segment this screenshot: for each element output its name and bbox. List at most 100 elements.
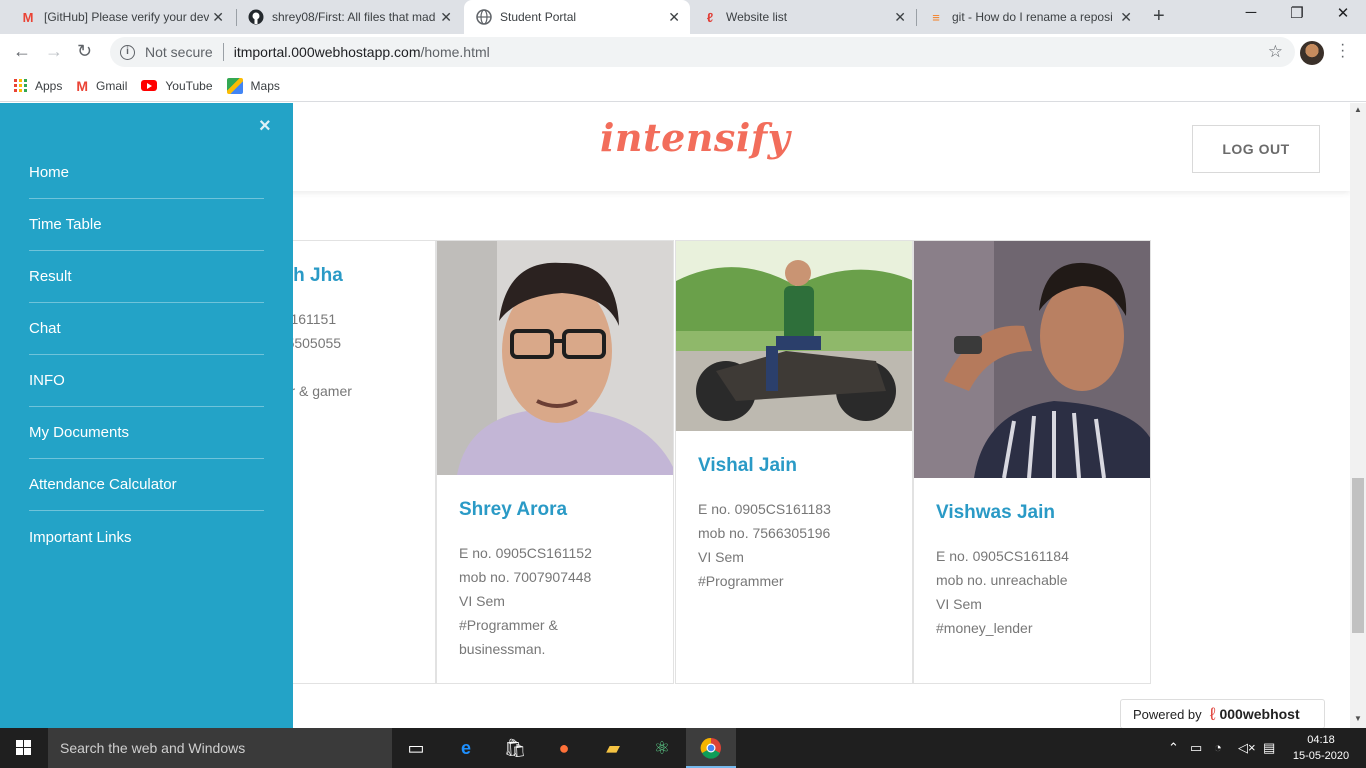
close-icon[interactable]: ✕ [894,9,906,26]
minimize-button[interactable]: ─ [1228,4,1274,21]
task-view-icon[interactable]: ▭ [404,736,428,760]
taskbar-clock[interactable]: 04:18 15-05-2020 [1290,732,1352,764]
bookmark-apps[interactable]: Apps [14,79,62,93]
student-photo [437,241,673,475]
store-icon[interactable]: 🛍 [503,736,527,760]
student-info: CS161151 755505055 mer & gamer [271,307,423,403]
tab-student-portal[interactable]: Student Portal ✕ [464,0,690,34]
tab-stackoverflow[interactable]: ≡ git - How do I rename a reposi ✕ [916,0,1142,34]
tab-title: [GitHub] Please verify your dev [44,10,209,24]
info-line: E no. 0905CS161184 [936,548,1069,564]
close-icon[interactable]: ✕ [440,9,452,26]
chevron-up-icon[interactable]: ⌃ [1168,740,1179,756]
action-center-icon[interactable]: ▤ [1263,740,1275,756]
bookmark-label: Apps [35,78,63,93]
forward-arrow-icon[interactable]: → [45,41,63,62]
info-line: 755505055 [271,335,342,351]
tab-website-list[interactable]: ℓ Website list ✕ [690,0,916,34]
tab-title: Website list [726,10,788,24]
file-explorer-icon[interactable]: ▰ [601,736,625,760]
profile-avatar[interactable] [1300,41,1324,65]
info-line: mob no. 7566305196 [698,525,831,541]
bookmark-gmail[interactable]: M Gmail [76,78,127,94]
sidebar-item-home[interactable]: Home [29,147,264,199]
clock-date: 15-05-2020 [1292,750,1350,762]
browser-tab-strip: M [GitHub] Please verify your dev ✕ shre… [0,0,1366,34]
scroll-down-icon[interactable]: ▼ [1354,714,1362,723]
info-line: VI Sem [936,596,982,612]
volume-muted-icon[interactable]: ◁× [1238,740,1256,756]
info-line: CS161151 [271,311,337,327]
restore-button[interactable]: ❐ [1274,4,1320,22]
gmail-icon: M [76,77,89,94]
powered-by-badge[interactable]: Powered by ℓ 000webhost [1120,699,1325,729]
browser-toolbar: ← → ↻ i Not secure itmportal.000webhosta… [0,34,1366,70]
info-icon[interactable]: i [120,44,135,60]
taskbar-search[interactable]: Search the web and Windows [48,728,392,768]
wifi-icon[interactable]: ◔ [1214,740,1222,755]
windows-taskbar: Search the web and Windows ▭ e 🛍 ● ▰ ⚛ ⌃… [0,728,1366,768]
info-line: #Programmer [698,573,784,589]
stackoverflow-icon: ≡ [932,9,940,25]
side-nav: × Home Time Table Result Chat INFO My Do… [0,103,293,728]
tab-title: shrey08/First: All files that mad [272,10,436,24]
atom-icon[interactable]: ⚛ [650,736,674,760]
tab-title: git - How do I rename a reposi [952,10,1113,24]
menu-kebab-icon[interactable]: · · · [1340,37,1345,65]
sidebar-item-time-table[interactable]: Time Table [29,199,264,251]
close-icon[interactable]: ✕ [1120,9,1132,26]
close-icon[interactable]: ✕ [668,9,680,26]
gmail-icon: M [22,9,34,25]
sidebar-item-important-links[interactable]: Important Links [29,511,264,563]
url-host: itmportal.000webhostapp.com [233,44,421,60]
000webhost-icon: ℓ [1209,703,1216,724]
student-card: Shrey Arora E no. 0905CS161152 mob no. 7… [436,240,674,684]
student-name: Shrey Arora [459,499,568,520]
scrollbar-thumb[interactable] [1352,478,1364,633]
sidebar-item-attendance-calculator[interactable]: Attendance Calculator [29,459,264,511]
sidebar-item-my-documents[interactable]: My Documents [29,407,264,459]
close-window-button[interactable]: ✕ [1320,4,1366,22]
student-card: Vishwas Jain E no. 0905CS161184 mob no. … [913,240,1151,684]
address-separator [222,43,224,61]
info-line: businessman. [459,641,546,657]
reload-icon[interactable]: ↻ [77,41,92,62]
back-arrow-icon[interactable]: ← [13,41,31,62]
sidebar-item-chat[interactable]: Chat [29,303,264,355]
side-nav-list: Home Time Table Result Chat INFO My Docu… [29,147,264,563]
logout-button[interactable]: LOG OUT [1192,125,1320,173]
tab-github-repo[interactable]: shrey08/First: All files that mad ✕ [236,0,462,34]
bookmark-label: Gmail [96,78,128,93]
info-line: E no. 0905CS161152 [459,545,592,561]
firefox-icon[interactable]: ● [552,736,576,760]
info-line: E no. 0905CS161183 [698,501,831,517]
sidebar-item-result[interactable]: Result [29,251,264,303]
battery-icon[interactable]: ▭ [1190,740,1202,756]
bookmarks-bar: Apps M Gmail YouTube Maps [0,70,1366,102]
address-bar[interactable]: i Not secure itmportal.000webhostapp.com… [110,37,1295,67]
edge-icon[interactable]: e [454,736,478,760]
apps-grid-icon [14,79,27,92]
site-logo[interactable]: intensify [600,115,790,160]
url-path: /home.html [420,44,490,60]
windows-start-icon[interactable] [16,740,31,755]
close-icon[interactable]: ✕ [212,9,224,26]
sidebar-item-info[interactable]: INFO [29,355,264,407]
bookmark-star-icon[interactable]: ☆ [1268,42,1283,62]
bookmark-youtube[interactable]: YouTube [141,79,213,93]
chrome-icon[interactable] [699,736,723,760]
powered-brand: 000webhost [1219,706,1300,722]
page-scrollbar[interactable]: ▲ ▼ [1350,103,1366,728]
globe-icon [476,9,492,25]
tab-github-verify[interactable]: M [GitHub] Please verify your dev ✕ [8,0,234,34]
github-icon [248,9,264,25]
info-line: #Programmer & [459,617,558,633]
tab-title: Student Portal [500,10,577,24]
new-tab-button[interactable]: + [1153,5,1165,28]
scroll-up-icon[interactable]: ▲ [1354,105,1362,114]
clock-time: 04:18 [1307,734,1335,746]
close-icon[interactable]: × [259,115,271,138]
bookmark-maps[interactable]: Maps [226,77,280,94]
info-line [271,355,423,379]
student-info: E no. 0905CS161152 mob no. 7007907448 VI… [459,541,661,661]
